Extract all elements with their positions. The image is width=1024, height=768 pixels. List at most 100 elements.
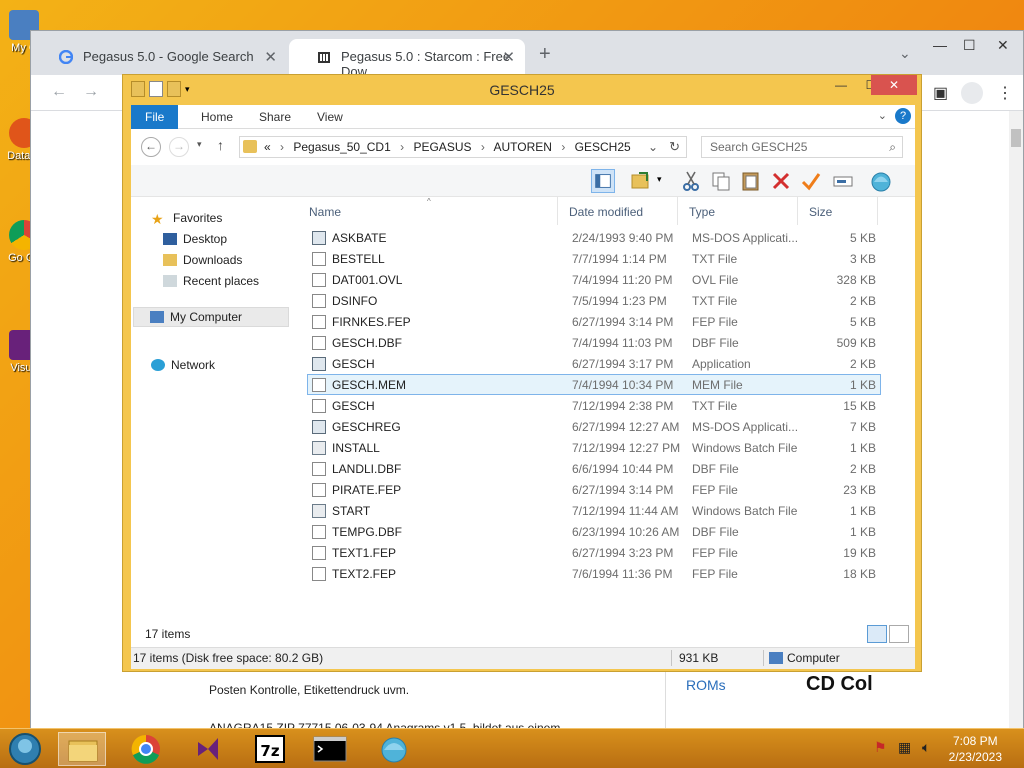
nav-recent-places[interactable]: Recent places	[163, 274, 259, 288]
table-row[interactable]: DSINFO 7/5/1994 1:23 PM TXT File 2 KB	[307, 290, 881, 311]
breadcrumb-part[interactable]: PEGASUS	[413, 140, 471, 154]
table-row[interactable]: FIRNKES.FEP 6/27/1994 3:14 PM FEP File 5 KB	[307, 311, 881, 332]
taskbar-visual-studio[interactable]	[184, 732, 232, 766]
navigation-bar: ← → ▾ ↑ « › Pegasus_50_CD1 › PEGASUS › A…	[131, 129, 915, 165]
nav-my-computer[interactable]: My Computer	[133, 307, 289, 327]
table-row[interactable]: ASKBATE 2/24/1993 9:40 PM MS-DOS Applicati…	[307, 227, 881, 248]
close-button[interactable]: ✕	[871, 75, 917, 95]
copy-icon[interactable]	[709, 169, 733, 193]
chevron-down-icon[interactable]: ⌄	[899, 45, 911, 62]
cut-icon[interactable]	[679, 169, 703, 193]
file-type: TXT File	[692, 252, 738, 266]
taskbar-command-prompt[interactable]	[306, 732, 354, 766]
file-type: TXT File	[692, 399, 738, 413]
table-row[interactable]: TEXT2.FEP 7/6/1994 11:36 PM FEP File 18 KB	[307, 563, 881, 584]
volume-icon[interactable]: 🔈︎	[922, 739, 930, 756]
action-center-flag-icon[interactable]: ⚑	[874, 739, 887, 756]
taskbar-chrome[interactable]	[122, 732, 170, 766]
network-icon[interactable]: ▦	[898, 739, 911, 756]
chrome-tab-starcom[interactable]: Pegasus 5.0 : Starcom : Free Dow ✕	[289, 39, 525, 79]
column-header-date[interactable]: Date modified	[569, 205, 643, 219]
menu-icon[interactable]: ⋮	[997, 83, 1013, 103]
table-row[interactable]: GESCH 6/27/1994 3:17 PM Application 2 KB	[307, 353, 881, 374]
checkmark-icon[interactable]	[799, 169, 823, 193]
help-icon[interactable]: ?	[895, 108, 911, 124]
taskbar-7zip[interactable]: 7z	[246, 732, 294, 766]
breadcrumb-part[interactable]: AUTOREN	[494, 140, 552, 154]
sidebar-icon[interactable]: ▣	[933, 83, 948, 103]
minimize-button[interactable]: —	[827, 75, 855, 95]
paste-icon[interactable]	[739, 169, 763, 193]
column-header-type[interactable]: Type	[689, 205, 715, 219]
table-row[interactable]: GESCH 7/12/1994 2:38 PM TXT File 15 KB	[307, 395, 881, 416]
up-arrow-icon[interactable]: ↑	[217, 137, 224, 153]
maximize-icon[interactable]: ☐	[963, 37, 976, 54]
table-row[interactable]: PIRATE.FEP 6/27/1994 3:14 PM FEP File 23 KB	[307, 479, 881, 500]
refresh-icon[interactable]: ↻	[669, 137, 680, 157]
table-row[interactable]: BESTELL 7/7/1994 1:14 PM TXT File 3 KB	[307, 248, 881, 269]
roms-link[interactable]: ROMs	[686, 677, 726, 693]
nav-favorites[interactable]: ★ Favorites	[151, 211, 222, 227]
taskbar-shell-app[interactable]	[370, 732, 418, 766]
delete-icon[interactable]	[769, 169, 793, 193]
file-date: 6/27/1994 12:27 AM	[572, 420, 680, 434]
file-type: TXT File	[692, 294, 738, 308]
large-icons-view-icon[interactable]	[889, 625, 909, 643]
page-scrollbar[interactable]	[1009, 111, 1023, 729]
file-size: 2 KB	[849, 294, 876, 308]
new-tab-icon[interactable]: +	[539, 43, 551, 66]
forward-icon[interactable]: →	[83, 83, 99, 101]
table-row[interactable]: GESCH.DBF 7/4/1994 11:03 PM DBF File 509 KB	[307, 332, 881, 353]
close-icon[interactable]: ✕	[997, 37, 1009, 54]
taskbar-explorer[interactable]	[58, 732, 106, 766]
table-row[interactable]: GESCHREG 6/27/1994 12:27 AM MS-DOS Applica…	[307, 416, 881, 437]
address-bar[interactable]: « › Pegasus_50_CD1 › PEGASUS › AUTOREN ›…	[239, 136, 687, 158]
file-size: 328 KB	[836, 273, 876, 287]
close-tab-icon[interactable]: ✕	[264, 48, 277, 66]
back-button[interactable]: ←	[141, 137, 161, 157]
back-icon[interactable]: ←	[51, 83, 67, 101]
table-row[interactable]: TEMPG.DBF 6/23/1994 10:26 AM DBF File 1 KB	[307, 521, 881, 542]
table-row[interactable]: TEXT1.FEP 6/27/1994 3:23 PM FEP File 19 KB	[307, 542, 881, 563]
application-file-icon	[312, 231, 326, 245]
column-header-size[interactable]: Size	[809, 205, 832, 219]
file-size: 3 KB	[849, 252, 876, 266]
recent-locations-icon[interactable]: ▾	[197, 139, 202, 150]
tab-file[interactable]: File	[131, 105, 179, 129]
table-row[interactable]: GESCH.MEM 7/4/1994 10:34 PM MEM File 1 KB	[307, 374, 881, 395]
tab-share[interactable]: Share	[245, 105, 305, 129]
tab-view[interactable]: View	[303, 105, 357, 129]
expand-ribbon-icon[interactable]: ⌄	[878, 109, 887, 122]
table-row[interactable]: LANDLI.DBF 6/6/1994 10:44 PM DBF File 2 KB	[307, 458, 881, 479]
rename-icon[interactable]	[831, 169, 855, 193]
tab-home[interactable]: Home	[187, 105, 247, 129]
file-size: 2 KB	[849, 462, 876, 476]
table-row[interactable]: DAT001.OVL 7/4/1994 11:20 PM OVL File 328 K…	[307, 269, 881, 290]
scroll-thumb[interactable]	[1011, 129, 1021, 147]
table-row[interactable]: INSTALL 7/12/1994 12:27 PM Windows Batch F…	[307, 437, 881, 458]
close-tab-icon[interactable]: ✕	[502, 48, 515, 66]
breadcrumb-prefix[interactable]: «	[264, 140, 271, 154]
chevron-down-icon[interactable]: ▾	[657, 174, 662, 185]
column-header-name[interactable]: Name	[309, 205, 341, 219]
preview-pane-icon[interactable]	[591, 169, 615, 193]
profile-icon[interactable]	[961, 82, 983, 104]
details-view-icon[interactable]	[867, 625, 887, 643]
start-button[interactable]	[4, 732, 46, 766]
nav-network[interactable]: Network	[151, 358, 215, 372]
table-row[interactable]: START 7/12/1994 11:44 AM Windows Batch Fil…	[307, 500, 881, 521]
folder-options-icon[interactable]	[629, 169, 653, 193]
breadcrumb-part[interactable]: GESCH25	[575, 140, 631, 154]
nav-downloads[interactable]: Downloads	[163, 253, 242, 267]
search-input[interactable]: Search GESCH25 ⌕	[701, 136, 903, 158]
clock[interactable]: 7:08 PM 2/23/2023	[949, 733, 1002, 765]
file-date: 7/12/1994 11:44 AM	[572, 504, 679, 518]
nav-desktop[interactable]: Desktop	[163, 232, 227, 246]
title-bar[interactable]: ▾ GESCH25 — ☐ ✕	[123, 75, 921, 105]
forward-button[interactable]: →	[169, 137, 189, 157]
shell-icon[interactable]	[869, 169, 893, 193]
minimize-icon[interactable]: —	[933, 37, 947, 53]
breadcrumb-part[interactable]: Pegasus_50_CD1	[293, 140, 390, 154]
chrome-tab-google[interactable]: Pegasus 5.0 - Google Search ✕	[31, 39, 287, 75]
chevron-down-icon[interactable]: ⌄	[648, 137, 658, 157]
